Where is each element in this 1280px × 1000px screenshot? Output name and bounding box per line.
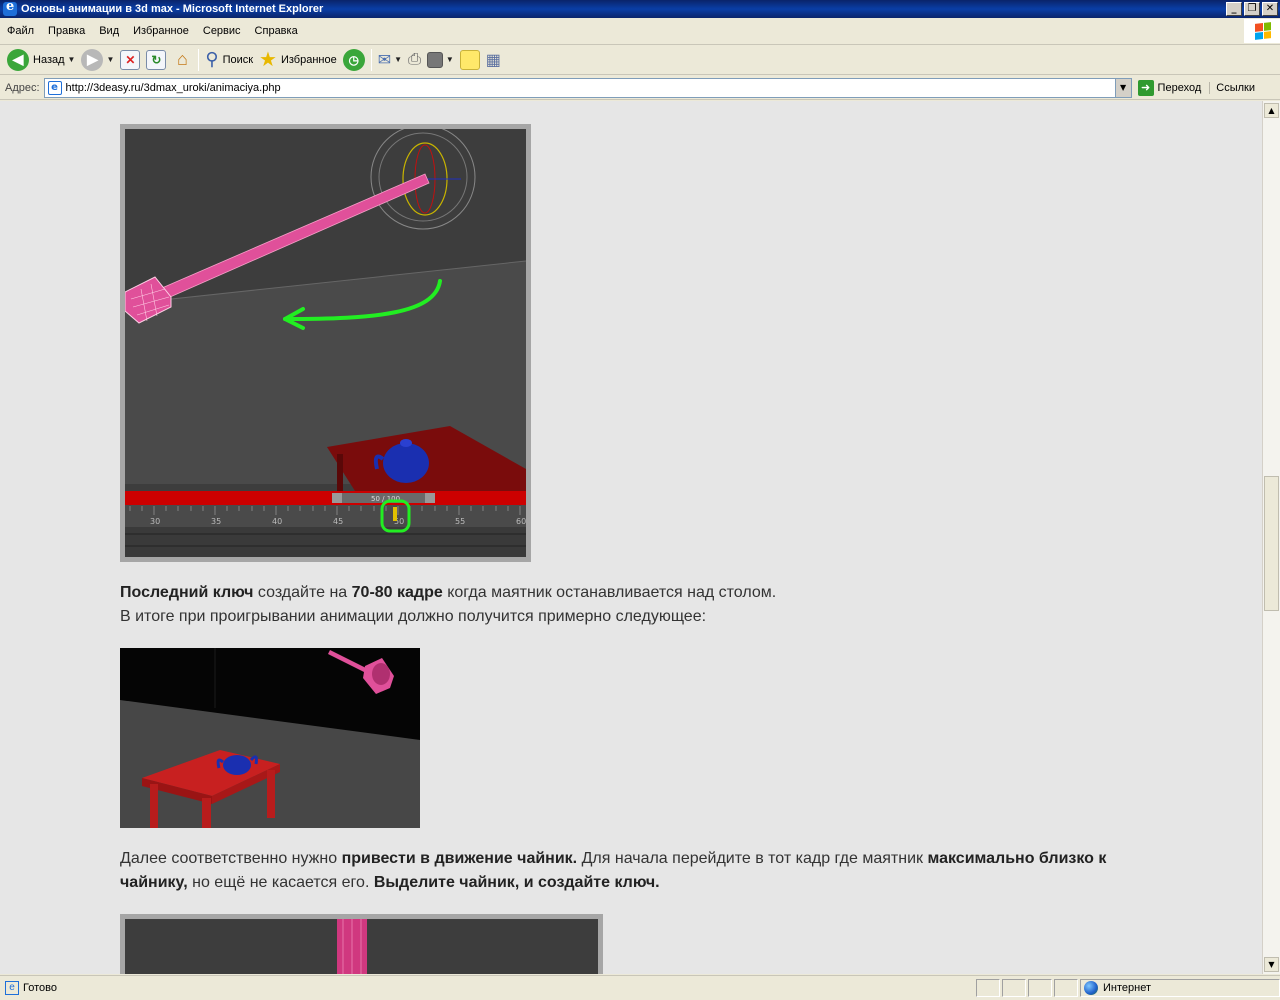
timeline-tick-label: 35 (211, 517, 221, 526)
search-icon: ⚲ (205, 49, 219, 69)
paragraph-teapot-motion: Далее соответственно нужно привести в дв… (120, 847, 1150, 895)
go-button[interactable]: ➜ Переход (1137, 79, 1202, 96)
scroll-thumb[interactable] (1264, 476, 1279, 611)
text: но ещё не касается его. (187, 874, 374, 891)
menu-help[interactable]: Справка (248, 25, 305, 37)
links-button[interactable]: Ссылки (1209, 81, 1255, 94)
forward-dropdown-icon[interactable]: ▼ (106, 55, 114, 64)
timeline-tick-label: 45 (333, 517, 343, 526)
favorites-button[interactable]: ★ Избранное (256, 47, 340, 73)
security-zone[interactable]: Интернет (1080, 979, 1280, 997)
menu-view[interactable]: Вид (92, 25, 126, 37)
zone-label: Интернет (1103, 982, 1151, 994)
print-button[interactable]: ⎙ (405, 47, 424, 73)
search-button[interactable]: ⚲ Поиск (202, 47, 256, 73)
favorites-label: Избранное (280, 53, 337, 66)
status-cell (976, 979, 1000, 997)
scroll-up-icon[interactable]: ▲ (1264, 103, 1279, 118)
bold-text: Выделите чайник, и создайте ключ. (373, 874, 660, 891)
status-cell (1054, 979, 1078, 997)
stop-icon: ✕ (120, 49, 141, 70)
close-button[interactable]: ✕ (1262, 2, 1278, 16)
back-arrow-icon: ◀ (7, 48, 29, 71)
timeline-tick-label: 30 (150, 517, 160, 526)
title-bar: Основы анимации в 3d max - Microsoft Int… (0, 0, 1280, 18)
viewport-illustration: 50 / 100 30 35 40 45 50 55 60 (125, 129, 526, 557)
next-screenshot (120, 914, 603, 974)
edit-button[interactable]: ▼ (424, 47, 457, 73)
research-icon: ▦ (485, 51, 501, 69)
status-cell (1002, 979, 1026, 997)
window-title: Основы анимации в 3d max - Microsoft Int… (21, 3, 324, 15)
search-label: Поиск (222, 53, 254, 66)
partial-viewport-illustration (125, 919, 598, 974)
edit-dropdown-icon[interactable]: ▼ (446, 55, 454, 64)
menu-edit[interactable]: Правка (41, 25, 92, 37)
forward-button[interactable]: ▶ ▼ (78, 47, 117, 73)
history-button[interactable]: ◷ (340, 47, 368, 73)
address-label: Адрес: (5, 81, 40, 94)
toolbar-separator (198, 48, 200, 71)
text: Далее соответственно нужно (120, 850, 342, 867)
address-url[interactable]: http://3deasy.ru/3dmax_uroki/animaciya.p… (66, 82, 1115, 94)
stop-button[interactable]: ✕ (117, 47, 143, 73)
forward-arrow-icon: ▶ (81, 48, 104, 71)
timeline-tick-label: 55 (455, 517, 465, 526)
animation-result-image (120, 648, 420, 828)
menu-bar: Файл Правка Вид Избранное Сервис Справка (0, 18, 1280, 45)
history-icon: ◷ (342, 48, 365, 71)
home-button[interactable]: ⌂ (169, 47, 195, 73)
menu-tools[interactable]: Сервис (196, 25, 248, 37)
address-bar: Адрес: e http://3deasy.ru/3dmax_uroki/an… (0, 76, 1280, 100)
go-arrow-icon: ➜ (1137, 79, 1154, 96)
research-button[interactable]: ▦ (483, 47, 504, 73)
back-label: Назад (33, 53, 65, 66)
mail-button[interactable]: ✉ ▼ (375, 47, 405, 73)
restore-button[interactable]: ❐ (1244, 2, 1260, 16)
timeline-tick-label: 60 (516, 517, 526, 526)
render-illustration (120, 648, 420, 828)
toolbar: ◀ Назад ▼ ▶ ▼ ✕ ↻ ⌂ ⚲ Поиск ★ Избранное … (0, 45, 1280, 75)
text: Для начала перейдите в тот кадр где маят… (577, 850, 928, 867)
page-content: 50 / 100 30 35 40 45 50 55 60 Последний ключ с… (0, 101, 1262, 974)
address-dropdown-icon[interactable]: ▼ (1114, 78, 1131, 97)
edit-icon (426, 51, 443, 68)
bold-text: Последний ключ (120, 584, 254, 601)
address-field[interactable]: e http://3deasy.ru/3dmax_uroki/animaciya… (43, 77, 1132, 98)
timeline-tick-label: 40 (272, 517, 282, 526)
menu-favorites[interactable]: Избранное (126, 25, 196, 37)
home-icon: ⌂ (176, 49, 188, 69)
printer-icon: ⎙ (408, 50, 421, 68)
status-cell (1028, 979, 1052, 997)
ie-icon (3, 0, 17, 16)
page-status-icon: e (5, 981, 19, 995)
bold-text: 70-80 кадре (351, 584, 443, 601)
scroll-down-icon[interactable]: ▼ (1264, 957, 1279, 972)
text: создайте на (253, 584, 352, 601)
bold-text: привести в движение чайник. (341, 850, 578, 867)
mail-icon: ✉ (377, 51, 392, 69)
menu-file[interactable]: Файл (0, 25, 41, 37)
refresh-button[interactable]: ↻ (143, 47, 169, 73)
minimize-button[interactable]: _ (1226, 2, 1242, 16)
paragraph-last-key: Последний ключ создайте на 70-80 кадре к… (120, 581, 776, 629)
discuss-button[interactable] (457, 47, 483, 73)
toolbar-separator (370, 48, 372, 71)
pendulum-screenshot: 50 / 100 30 35 40 45 50 55 60 (120, 124, 531, 562)
note-icon (459, 49, 480, 70)
star-icon: ★ (259, 49, 277, 71)
globe-icon (1084, 981, 1098, 995)
page-icon: e (47, 80, 62, 95)
back-dropdown-icon[interactable]: ▼ (68, 55, 76, 64)
vertical-scrollbar[interactable]: ▲ ▼ (1262, 101, 1280, 974)
text: когда маятник останавливается над столом… (442, 584, 777, 601)
back-button[interactable]: ◀ Назад ▼ (4, 47, 78, 73)
refresh-icon: ↻ (146, 49, 167, 70)
windows-logo-icon (1244, 19, 1280, 43)
status-bar: e Готово Интернет (0, 975, 1280, 1000)
mail-dropdown-icon[interactable]: ▼ (394, 55, 402, 64)
go-label: Переход (1157, 81, 1202, 94)
text: В итоге при проигрывании анимации должно… (120, 608, 707, 625)
status-text: Готово (23, 982, 57, 994)
